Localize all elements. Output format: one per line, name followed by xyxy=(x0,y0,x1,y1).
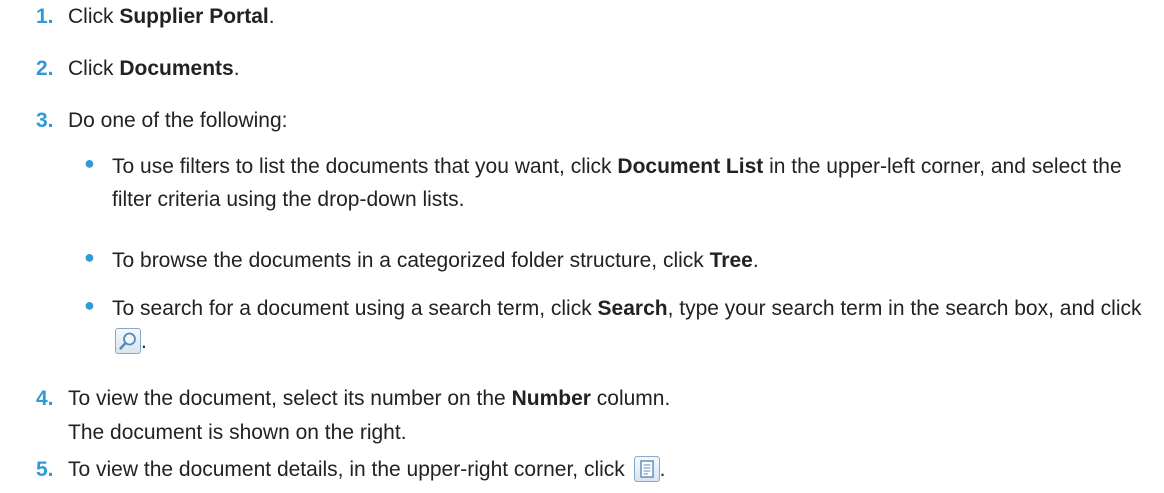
option-text-post: . xyxy=(752,249,759,272)
option-text-post: . xyxy=(141,330,147,353)
ui-term-document-list: Document List xyxy=(617,155,764,178)
option-text-mid: , type your search term in the search bo… xyxy=(667,297,1142,320)
step-text: To view the document, select its number … xyxy=(68,384,670,414)
option-text-pre: To browse the documents in a categorized… xyxy=(112,249,710,272)
step-text-pre: To view the document, select its number … xyxy=(68,387,512,410)
step-number: 1. xyxy=(36,5,54,28)
bullet-icon: ● xyxy=(84,153,95,173)
option-text: To search for a document using a search … xyxy=(112,292,1152,358)
step-text: Click Documents. xyxy=(68,54,240,84)
procedure-steps: 1. Click Supplier Portal. 2. Click Docum… xyxy=(0,0,1164,493)
ui-term-supplier-portal: Supplier Portal xyxy=(119,5,269,28)
bullet-icon: ● xyxy=(84,295,95,315)
step-text-post: . xyxy=(233,57,240,80)
magnifier-icon[interactable] xyxy=(115,328,141,354)
step-text: Do one of the following: xyxy=(68,109,288,132)
option-text-pre: To use filters to list the documents tha… xyxy=(112,155,618,178)
step-text-post: . xyxy=(268,5,275,28)
step-text: Click Supplier Portal. xyxy=(68,2,275,32)
bullet-icon: ● xyxy=(84,247,95,267)
step-text-pre: To view the document details, in the upp… xyxy=(68,458,631,481)
step-text-pre: Click xyxy=(68,57,120,80)
step-number: 3. xyxy=(36,109,54,132)
step-text-pre: Click xyxy=(68,5,120,28)
ui-term-search: Search xyxy=(597,297,668,320)
option-text: To use filters to list the documents tha… xyxy=(112,150,1152,216)
step-text: To view the document details, in the upp… xyxy=(68,455,665,485)
option-text: To browse the documents in a categorized… xyxy=(112,244,1152,277)
ui-term-number: Number xyxy=(511,387,591,410)
ui-term-documents: Documents xyxy=(119,57,234,80)
ui-term-tree: Tree xyxy=(709,249,753,272)
option-text-pre: To search for a document using a search … xyxy=(112,297,598,320)
step-text-post: column. xyxy=(590,387,671,410)
step-text-post: . xyxy=(659,458,666,481)
step-number: 2. xyxy=(36,57,54,80)
step-note: The document is shown on the right. xyxy=(68,421,407,444)
step-number: 5. xyxy=(36,458,54,481)
document-details-icon[interactable] xyxy=(633,456,660,482)
step-number: 4. xyxy=(36,387,54,410)
